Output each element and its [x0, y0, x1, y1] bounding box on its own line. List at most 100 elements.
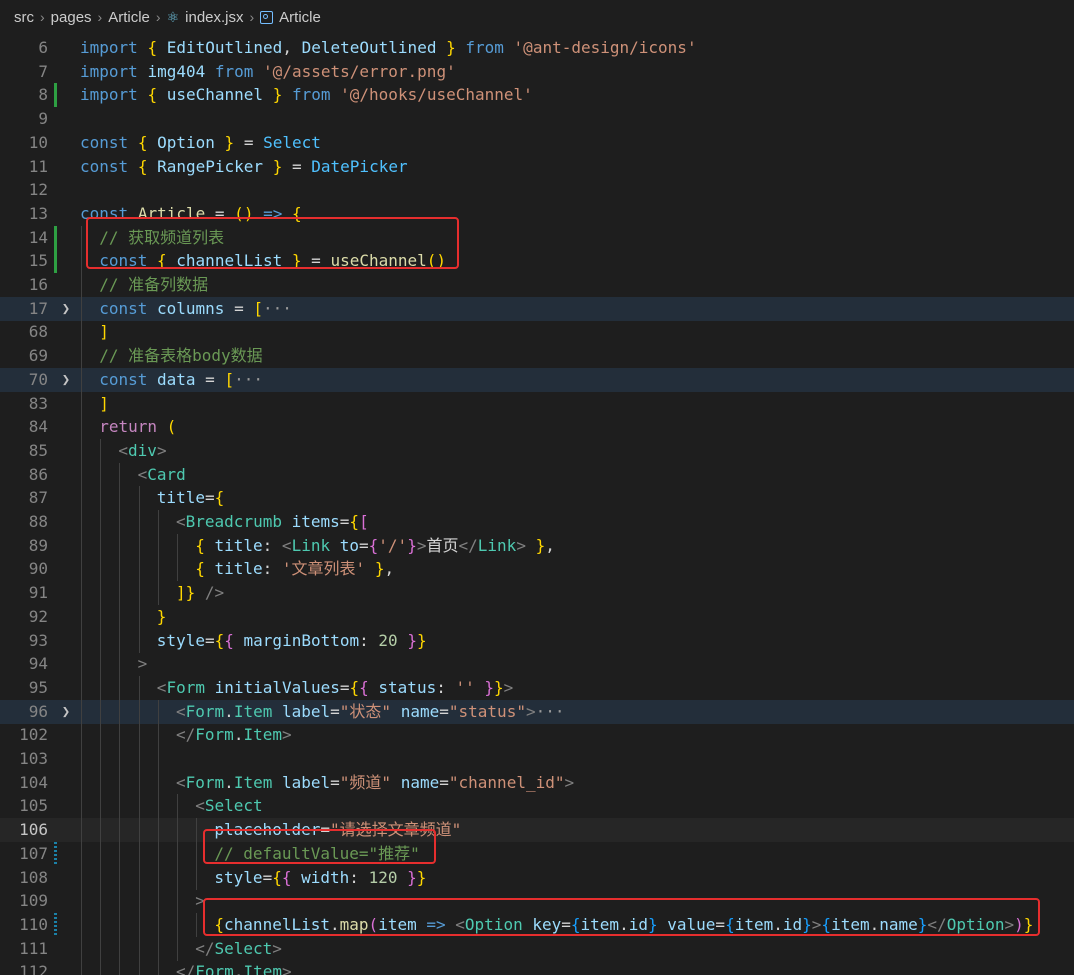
line-number: 112 [19, 962, 48, 975]
code-line[interactable]: 103 [0, 747, 1074, 771]
code-line[interactable]: 112 </Form.Item> [0, 960, 1074, 975]
code-line[interactable]: 12 [0, 178, 1074, 202]
code-line[interactable]: 84 return ( [0, 415, 1074, 440]
code-line[interactable]: 15 const { channelList } = useChannel() [0, 249, 1074, 274]
code-line[interactable]: 85 <div> [0, 438, 1074, 463]
chevron-right-icon: › [155, 9, 161, 25]
code-text: <Form.Item label="状态" name="status">··· [176, 701, 565, 721]
indent-guide [81, 249, 82, 274]
code-line[interactable]: 106 placeholder="请选择文章频道" [0, 818, 1074, 843]
line-number: 93 [28, 630, 48, 650]
code-line[interactable]: 14 // 获取频道列表 [0, 225, 1074, 250]
code-text: <div> [118, 440, 167, 460]
code-editor[interactable]: 6 import { EditOutlined, DeleteOutlined }… [0, 34, 1074, 975]
indent-guide [100, 604, 102, 629]
indent-guide [81, 367, 82, 392]
code-line[interactable]: 107 // defaultValue="推荐" [0, 841, 1074, 866]
code-text: </Form.Item> [176, 725, 292, 745]
indent-guide [177, 841, 178, 866]
git-modified-marker[interactable] [54, 912, 57, 937]
code-line[interactable]: 92} [0, 604, 1074, 629]
code-line[interactable]: 93 style={{ marginBottom: 20 }} [0, 628, 1074, 653]
indent-guide [81, 889, 82, 914]
code-line[interactable]: 70 ❯ const data = [··· [0, 367, 1074, 392]
git-modified-marker[interactable] [54, 841, 57, 866]
indent-guide [81, 320, 82, 345]
code-line[interactable]: 105 <Select [0, 794, 1074, 819]
code-line[interactable]: 109 > [0, 889, 1074, 914]
line-number: 103 [19, 749, 48, 768]
line-number: 95 [28, 677, 48, 697]
code-line[interactable]: 17 ❯ const columns = [··· [0, 296, 1074, 321]
code-line[interactable]: 96 ❯ <Form.Item label="状态" name="status">·… [0, 699, 1074, 724]
breadcrumb-item-file[interactable]: index.jsx [185, 9, 243, 26]
code-line[interactable]: 94 > [0, 652, 1074, 677]
indent-guide [138, 581, 140, 606]
indent-guide [119, 486, 121, 511]
line-number: 7 [38, 61, 48, 81]
indent-guide [81, 438, 82, 463]
code-line[interactable]: 16 // 准备列数据 [0, 273, 1074, 297]
line-number: 13 [28, 203, 48, 223]
git-added-marker[interactable] [54, 225, 57, 250]
indent-guide [138, 486, 140, 511]
indent-guide [119, 699, 121, 724]
fold-chevron-icon[interactable]: ❯ [56, 700, 76, 724]
indent-guide [81, 225, 82, 250]
breadcrumb-item-pages[interactable]: pages [51, 9, 92, 26]
code-line[interactable]: 110 {channelList.map(item => <Option key=… [0, 912, 1074, 937]
line-number: 68 [28, 322, 48, 342]
code-line[interactable]: 10 const { Option } = Select [0, 131, 1074, 155]
indent-guide [119, 533, 121, 558]
code-line[interactable]: 87 title={ [0, 486, 1074, 511]
indent-guide [177, 936, 178, 961]
indent-guide [138, 794, 140, 819]
git-added-marker[interactable] [54, 249, 57, 274]
code-line[interactable]: 86 <Card [0, 462, 1074, 487]
indent-guide [177, 865, 178, 890]
line-number: 12 [28, 180, 48, 200]
code-line[interactable]: 6 import { EditOutlined, DeleteOutlined }… [0, 36, 1074, 60]
indent-guide [196, 818, 198, 843]
indent-guide [157, 818, 159, 843]
code-line[interactable]: 102 </Form.Item> [0, 723, 1074, 748]
indent-guide [100, 818, 102, 843]
line-number: 84 [28, 417, 48, 437]
indent-guide [100, 699, 102, 724]
code-line[interactable]: 69 // 准备表格body数据 [0, 344, 1074, 369]
code-line[interactable]: 91]} /> [0, 581, 1074, 606]
line-number: 15 [28, 251, 48, 271]
code-line[interactable]: 8 import { useChannel } from '@/hooks/use… [0, 83, 1074, 108]
code-line[interactable]: 88 <Breadcrumb items={[ [0, 510, 1074, 534]
code-line[interactable]: 11 const { RangePicker } = DatePicker [0, 155, 1074, 179]
indent-guide [100, 675, 102, 700]
indent-guide [138, 936, 140, 961]
indent-guide [81, 794, 82, 819]
code-line[interactable]: 90 { title: '文章列表' }, [0, 557, 1074, 582]
code-line[interactable]: 7 import img404 from '@/assets/error.png' [0, 60, 1074, 84]
breadcrumb-item-article-folder[interactable]: Article [108, 9, 150, 26]
fold-chevron-icon[interactable]: ❯ [56, 297, 76, 321]
code-line[interactable]: 68] [0, 320, 1074, 345]
code-line[interactable]: 108 style={{ width: 120 }} [0, 865, 1074, 890]
code-line[interactable]: 104 <Form.Item label="频道" name="channel_i… [0, 770, 1074, 795]
indent-guide [81, 296, 82, 321]
indent-guide [119, 581, 121, 606]
code-line[interactable]: 95 <Form initialValues={{ status: '' }}> [0, 675, 1074, 700]
code-line[interactable]: 89 { title: <Link to={'/'}>首页</Link> }, [0, 533, 1074, 558]
git-added-marker[interactable] [54, 83, 57, 108]
indent-guide [157, 936, 159, 961]
code-line[interactable]: 111 </Select> [0, 936, 1074, 961]
fold-chevron-icon[interactable]: ❯ [56, 368, 76, 392]
code-text: import img404 from '@/assets/error.png' [80, 61, 456, 81]
indent-guide [157, 912, 159, 937]
indent-guide [81, 841, 82, 866]
line-number: 16 [28, 275, 48, 294]
breadcrumb-item-src[interactable]: src [14, 9, 34, 26]
code-line[interactable]: 13 const Article = () => { [0, 202, 1074, 226]
breadcrumb-item-symbol[interactable]: Article [279, 9, 321, 26]
code-text: style={{ marginBottom: 20 }} [156, 630, 427, 650]
indent-guide [119, 747, 121, 771]
code-line[interactable]: 9 [0, 107, 1074, 131]
code-line[interactable]: 83] [0, 391, 1074, 416]
